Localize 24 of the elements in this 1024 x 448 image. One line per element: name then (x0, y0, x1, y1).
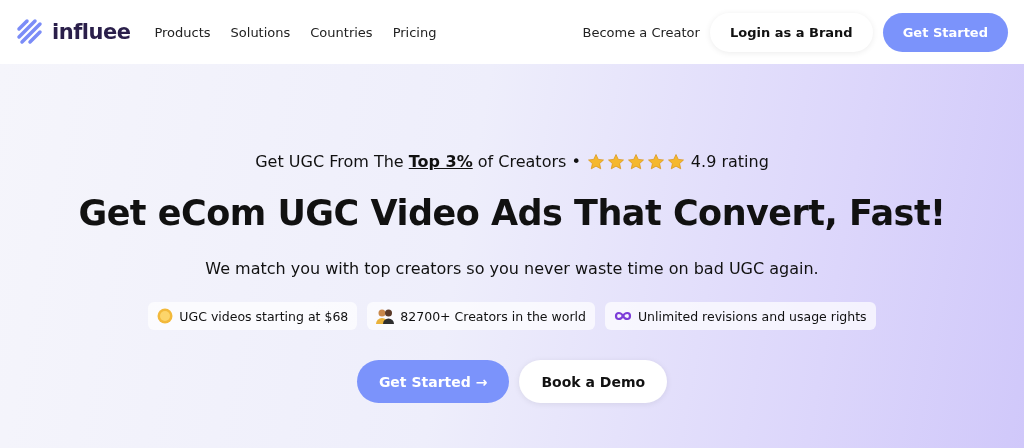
headline: Get eCom UGC Video Ads That Convert, Fast! (78, 193, 946, 233)
star-icon (586, 152, 605, 171)
book-demo-button[interactable]: Book a Demo (519, 360, 668, 403)
people-icon (376, 308, 395, 324)
nav-link[interactable]: Products (154, 24, 211, 40)
star-icon (606, 152, 625, 171)
infinity-icon (613, 311, 632, 321)
feature-badge: 82700+ Creators in the world (367, 302, 595, 330)
nav-link[interactable]: Countries (310, 24, 373, 40)
coin-icon (157, 308, 174, 324)
login-button[interactable]: Login as a Brand (709, 12, 873, 52)
logo-icon (16, 18, 44, 46)
star-icon (646, 152, 665, 171)
tagline: Get UGC From The Top 3% of Creators • (255, 152, 581, 171)
star-icon (626, 152, 645, 171)
subtitle: We match you with top creators so you never waste time on bad UGC again. (205, 259, 819, 278)
feature-badge: Unlimited revisions and usage rights (604, 302, 876, 330)
brand-name: influee (52, 20, 131, 44)
nav-link[interactable]: Pricing (392, 24, 437, 40)
nav-link[interactable]: Solutions (230, 24, 291, 40)
become-creator-link[interactable]: Become a Creator (582, 24, 700, 40)
star-icon (666, 152, 685, 171)
feature-badge: UGC videos starting at $68 (148, 302, 358, 330)
rating-text: 4.9 rating (690, 152, 769, 171)
